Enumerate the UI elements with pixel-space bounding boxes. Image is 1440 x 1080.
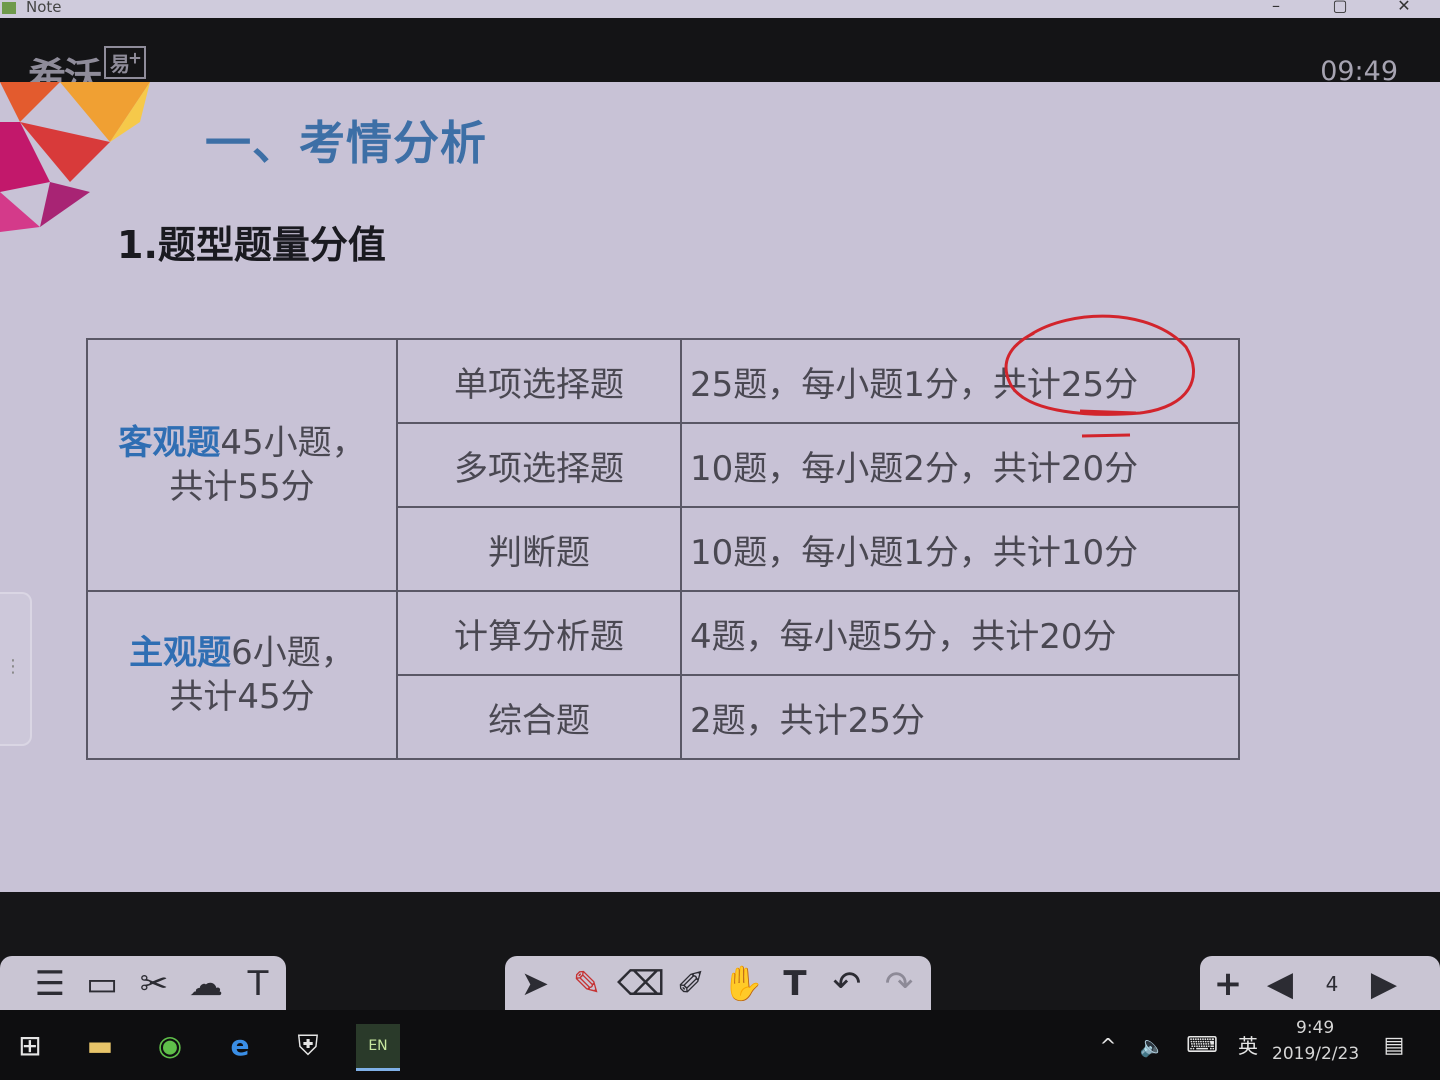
tray-time[interactable]: 9:49	[1296, 1018, 1334, 1038]
category-cell: 客观题45小题， 共计55分	[86, 338, 398, 592]
category-total: 共计45分	[169, 677, 315, 717]
type-cell: 计算分析题	[396, 590, 682, 676]
easinote-icon[interactable]: EN	[356, 1024, 400, 1071]
add-page-icon[interactable]: +	[1206, 962, 1250, 1006]
tray-date[interactable]: 2019/2/23	[1272, 1044, 1359, 1064]
page-count-icon[interactable]: 4	[1310, 962, 1354, 1006]
table-row: 主观题6小题， 共计45分 计算分析题 4题，每小题5分，共计20分	[86, 590, 1240, 760]
minimize-button[interactable]: –	[1264, 0, 1288, 15]
pen-annotation	[1004, 314, 1195, 438]
windows-start-icon[interactable]: ⊞	[8, 1024, 52, 1068]
type-cell: 综合题	[396, 674, 682, 760]
desc-cell: 2题，共计25分	[680, 674, 1240, 760]
select-icon[interactable]: ➤	[513, 962, 557, 1006]
category-text: 45小题，	[220, 423, 366, 463]
volume-icon[interactable]: 🔈	[1130, 1024, 1174, 1068]
desc-cell: 4题，每小题5分，共计20分	[680, 590, 1240, 676]
browser-360-icon[interactable]: ◉	[148, 1024, 192, 1068]
notification-icon[interactable]: ▤	[1372, 1024, 1416, 1068]
prev-page-icon[interactable]: ◀	[1258, 962, 1302, 1006]
ime-indicator[interactable]: 英	[1226, 1024, 1270, 1068]
keyboard-icon[interactable]: ⌨	[1180, 1024, 1224, 1068]
cloud-icon[interactable]: ☁	[184, 962, 228, 1006]
slide-canvas[interactable]: 一、考情分析 1.题型题量分值 客观题45小题， 共计55分 单项选择题 25题…	[0, 82, 1440, 892]
monitor-icon[interactable]: ▭	[80, 962, 124, 1006]
menu-icon[interactable]: ☰	[28, 962, 72, 1006]
file-explorer-icon[interactable]: ▬	[78, 1024, 122, 1068]
grip-icon: ⋮	[4, 656, 22, 677]
close-button[interactable]: ✕	[1392, 0, 1416, 15]
decorative-polygons	[0, 82, 150, 232]
text-icon[interactable]: T	[773, 962, 817, 1006]
security-shield-icon[interactable]: ⛨	[286, 1024, 330, 1068]
hand-icon[interactable]: ✋	[721, 962, 765, 1006]
category-total: 共计55分	[169, 467, 315, 507]
category-highlight: 主观题	[129, 633, 232, 673]
board-toolbar-area: ☰ ▭ ✂ ☁ T ➤ ✎ ⌫ ✐ ✋ T ↶ ↷ + ◀ 4 ▶	[0, 892, 1440, 1014]
undo-icon[interactable]: ↶	[825, 962, 869, 1006]
windows-taskbar: ⊞ ▬ ◉ e ⛨ EN ^ 🔈 ⌨ 英 9:49 2019/2/23 ▤	[0, 1010, 1440, 1080]
category-cell: 主观题6小题， 共计45分	[86, 590, 398, 760]
left-tool-group: ☰ ▭ ✂ ☁ T	[0, 956, 286, 1014]
restore-button[interactable]: ▢	[1328, 0, 1352, 15]
center-tool-group: ➤ ✎ ⌫ ✐ ✋ T ↶ ↷	[505, 956, 931, 1014]
window-titlebar: Note – ▢ ✕	[0, 0, 1440, 18]
redo-icon[interactable]: ↷	[877, 962, 921, 1006]
side-drawer-handle[interactable]: ⋮	[0, 592, 32, 746]
slide-subtitle: 1.题型题量分值	[117, 223, 386, 267]
next-page-icon[interactable]: ▶	[1362, 962, 1406, 1006]
type-cell: 多项选择题	[396, 422, 682, 508]
eraser-icon[interactable]: ⌫	[617, 962, 665, 1006]
logo-badge: 易+	[104, 46, 146, 79]
tray-chevron-icon[interactable]: ^	[1086, 1024, 1130, 1068]
type-cell: 判断题	[396, 506, 682, 592]
right-tool-group: + ◀ 4 ▶	[1200, 956, 1440, 1014]
tools-icon[interactable]: ✂	[132, 962, 176, 1006]
category-highlight: 客观题	[118, 423, 221, 463]
top-band	[0, 18, 1440, 82]
text-tool-icon[interactable]: T	[236, 962, 280, 1006]
note-app-icon	[2, 2, 16, 14]
type-cell: 单项选择题	[396, 338, 682, 424]
slide-title: 一、考情分析	[205, 116, 487, 170]
category-text: 6小题，	[231, 633, 355, 673]
brush-icon[interactable]: ✐	[669, 962, 713, 1006]
desc-cell: 10题，每小题1分，共计10分	[680, 506, 1240, 592]
edge-icon[interactable]: e	[218, 1024, 262, 1068]
pen-icon[interactable]: ✎	[565, 962, 609, 1006]
window-title: Note	[26, 0, 62, 16]
